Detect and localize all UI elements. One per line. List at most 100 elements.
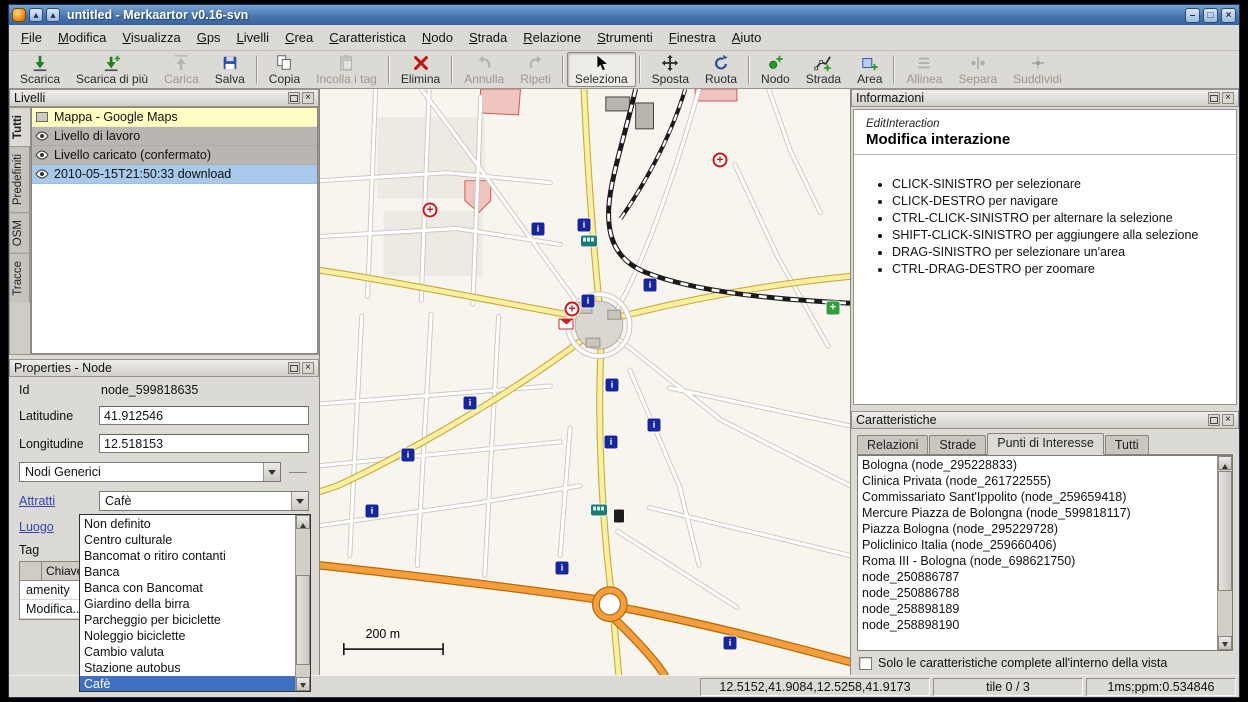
features-tab[interactable]: Tutti <box>1105 435 1149 454</box>
scrollbar-thumb[interactable] <box>296 575 310 665</box>
poi-trash-icon[interactable] <box>614 510 624 523</box>
menu-item[interactable]: Nodo <box>414 27 461 48</box>
dropdown-option[interactable]: Parcheggio per biciclette <box>80 612 295 628</box>
toolbar-button[interactable] <box>388 55 390 84</box>
menu-item[interactable]: Gps <box>189 27 229 48</box>
toolbar-button[interactable]: Annulla <box>456 52 512 87</box>
float-panel-button[interactable] <box>1208 414 1220 426</box>
scroll-up-icon[interactable] <box>1218 456 1232 470</box>
menu-item[interactable]: Finestra <box>661 27 724 48</box>
feature-list-item[interactable]: Roma III - Bologna (node_698621750) <box>859 553 1216 569</box>
toolbar-button[interactable]: Ruota <box>697 52 745 87</box>
scroll-down-icon[interactable] <box>1218 636 1232 650</box>
layer-item[interactable]: Mappa - Google Maps <box>32 108 317 127</box>
feature-list-item[interactable]: Piazza Bologna (node_295229728) <box>859 521 1216 537</box>
eye-icon[interactable] <box>35 149 50 161</box>
titlebar[interactable]: untitled - Merkaartor v0.16-svn <box>9 5 1239 25</box>
toolbar-button[interactable]: Nodo <box>753 52 798 87</box>
eye-icon[interactable] <box>35 168 50 180</box>
toolbar-button[interactable]: Strada <box>798 52 849 87</box>
close-panel-button[interactable] <box>302 362 314 374</box>
app-icon[interactable] <box>12 8 26 22</box>
feature-list-item[interactable]: Mercure Piazza de Bolongna (node_5998181… <box>859 505 1216 521</box>
poi-info-icon[interactable] <box>402 449 415 462</box>
toolbar-button[interactable] <box>639 55 641 84</box>
poi-info-icon[interactable] <box>582 295 595 308</box>
features-scrollbar[interactable] <box>1217 456 1232 650</box>
float-panel-button[interactable] <box>288 92 300 104</box>
dropdown-option[interactable]: Noleggio biciclette <box>80 628 295 644</box>
scrollbar-thumb[interactable] <box>1218 471 1232 591</box>
toolbar-button[interactable]: Ripeti <box>512 52 559 87</box>
toolbar-button[interactable] <box>256 55 258 84</box>
close-panel-button[interactable] <box>1222 414 1234 426</box>
float-panel-button[interactable] <box>1208 92 1220 104</box>
dropdown-option[interactable]: Stazione autobus <box>80 660 295 676</box>
layer-item[interactable]: Livello di lavoro <box>32 127 317 146</box>
amenity-combo[interactable]: Cafè <box>99 491 309 511</box>
dropdown-option[interactable]: Cafè <box>80 676 295 691</box>
features-tab[interactable]: Punti di Interesse <box>987 433 1104 455</box>
amenity-link-label[interactable]: Attratti <box>19 494 99 508</box>
shade-button[interactable] <box>46 8 60 22</box>
poi-info-icon[interactable] <box>556 562 569 575</box>
maximize-button[interactable] <box>1203 8 1218 23</box>
toolbar-button[interactable]: Sposta <box>644 52 697 87</box>
feature-list-item[interactable]: Bologna (node_295228833) <box>859 457 1216 473</box>
poi-info-icon[interactable] <box>644 279 657 292</box>
toolbar-button[interactable] <box>562 55 564 84</box>
poi-info-icon[interactable] <box>648 419 661 432</box>
dropdown-option[interactable]: Non definito <box>80 516 295 532</box>
menu-item[interactable]: Aiuto <box>724 27 770 48</box>
menu-item[interactable]: Visualizza <box>114 27 188 48</box>
poi-info-icon[interactable] <box>606 379 619 392</box>
toolbar-button[interactable]: Salva <box>207 52 253 87</box>
close-panel-button[interactable] <box>302 92 314 104</box>
map-layer-icon[interactable] <box>35 111 50 123</box>
node-type-combo[interactable]: Nodi Generici <box>19 462 281 482</box>
layer-item[interactable]: 2010-05-15T21:50:33 download <box>32 165 317 184</box>
toolbar-button[interactable] <box>748 55 750 84</box>
poi-info-icon[interactable] <box>366 505 379 518</box>
feature-list-item[interactable]: node_250886787 <box>859 569 1216 585</box>
toolbar-button[interactable]: Scarica di più <box>68 52 156 87</box>
toolbar-button[interactable] <box>893 55 895 84</box>
eye-icon[interactable] <box>35 130 50 142</box>
dropdown-option[interactable]: Banca con Bancomat <box>80 580 295 596</box>
menu-item[interactable]: Modifica <box>50 27 114 48</box>
poi-redcross-icon[interactable] <box>423 203 438 218</box>
poi-mail-icon[interactable] <box>559 319 574 330</box>
poi-info-icon[interactable] <box>724 637 737 650</box>
longitude-field[interactable] <box>99 434 309 453</box>
dropdown-option[interactable]: Cambio valuta <box>80 644 295 660</box>
dropdown-scrollbar[interactable] <box>295 515 310 691</box>
scroll-down-icon[interactable] <box>296 677 310 691</box>
close-panel-button[interactable] <box>1222 92 1234 104</box>
feature-list-item[interactable]: Commissariato Sant'Ippolito (node_259659… <box>859 489 1216 505</box>
poi-green-icon[interactable] <box>827 302 840 315</box>
poi-bus-icon[interactable] <box>581 236 597 247</box>
menu-item[interactable]: Strumenti <box>589 27 661 48</box>
latitude-field[interactable] <box>99 406 309 425</box>
toolbar-button[interactable] <box>451 55 453 84</box>
toolbar-button[interactable]: Scarica <box>12 52 68 87</box>
menu-item[interactable]: Livelli <box>229 27 278 48</box>
menu-item[interactable]: Caratteristica <box>321 27 414 48</box>
layers-tab[interactable]: Predefiniti <box>10 146 30 212</box>
toolbar-button[interactable]: Allinea <box>898 52 950 87</box>
feature-list-item[interactable]: node_250886788 <box>859 585 1216 601</box>
layers-tab[interactable]: Tracce <box>10 253 30 303</box>
dropdown-option[interactable]: Centro culturale <box>80 532 295 548</box>
complete-features-checkbox[interactable] <box>859 657 872 670</box>
pin-button[interactable] <box>29 8 43 22</box>
feature-list-item[interactable]: Policlinico Italia (node_259660406) <box>859 537 1216 553</box>
layers-tab[interactable]: OSM <box>10 212 30 253</box>
toolbar-button[interactable]: Seleziona <box>567 52 636 87</box>
layer-item[interactable]: Livello caricato (confermato) <box>32 146 317 165</box>
feature-list-item[interactable]: node_258898190 <box>859 617 1216 633</box>
poi-bus-icon[interactable] <box>591 505 607 516</box>
scroll-up-icon[interactable] <box>296 515 310 529</box>
menu-item[interactable]: Relazione <box>515 27 589 48</box>
poi-info-icon[interactable] <box>578 219 591 232</box>
features-tab[interactable]: Strade <box>929 435 986 454</box>
